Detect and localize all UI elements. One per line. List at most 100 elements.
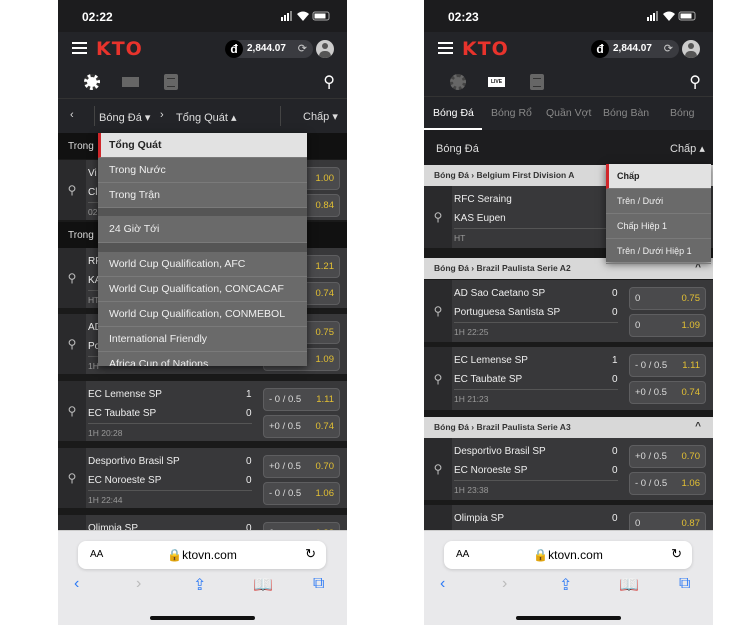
match-card[interactable]: ⚲ Desportivo Brasil SP 0 EC Noroeste SP 0 1H … (58, 448, 347, 508)
market-select-label: Chấp (303, 111, 330, 123)
odds-button[interactable]: 0 1.09 (629, 314, 706, 337)
pin-icon[interactable]: ⚲ (58, 381, 86, 441)
match-card[interactable]: ⚲ Desportivo Brasil SP 0 EC Noroeste SP 0 1H … (424, 438, 713, 500)
search-icon[interactable]: ⚲ (323, 72, 335, 92)
breadcrumb-chevron-icon: › (160, 109, 164, 121)
dropdown-item[interactable]: Tổng Quát (98, 133, 307, 158)
odds-button[interactable]: - 0 / 0.5 1.11 (263, 388, 340, 411)
tab-bong-ro[interactable]: Bóng Rổ (491, 107, 532, 119)
address-bar[interactable]: AA 🔒ktovn.com ↻ (78, 541, 326, 569)
share-icon[interactable]: ⇪ (193, 575, 206, 595)
market-select[interactable]: Chấp ▾ (303, 110, 338, 123)
live-icon[interactable] (122, 77, 139, 87)
pin-icon[interactable]: ⚲ (424, 280, 452, 342)
pin-icon[interactable]: ⚲ (58, 448, 86, 508)
dropdown-item[interactable]: International Friendly (98, 327, 307, 352)
share-icon[interactable]: ⇪ (559, 575, 572, 595)
bookmarks-icon[interactable]: 📖 (253, 575, 273, 595)
tab-bong-ban[interactable]: Bóng Bàn (603, 107, 649, 119)
soccer-ball-icon[interactable] (450, 74, 466, 90)
league-header[interactable]: Bóng Đá › Brazil Paulista Serie A3 ^ (424, 417, 713, 438)
soccer-ball-icon[interactable] (84, 74, 100, 90)
team-away-name: KAS Eupen (454, 213, 506, 224)
dropdown-item[interactable]: Trên / Dưới (606, 189, 711, 214)
status-bar: 02:22 (58, 0, 347, 32)
breadcrumb-sport[interactable]: Bóng Đá ▾ (99, 111, 150, 124)
odds-button[interactable]: - 0 / 0.5 1.06 (629, 472, 706, 495)
match-card[interactable]: ⚲ EC Lemense SP 1 EC Taubate SP 0 1H 20:28 - 0… (58, 381, 347, 441)
dropdown-item[interactable]: Trên / Dưới Hiệp 1 (606, 239, 711, 264)
team-away-score: 0 (612, 465, 618, 476)
team-away-score: 0 (612, 307, 618, 318)
team-home-name: EC Lemense SP (88, 389, 162, 400)
handicap-value: - 0 / 0.5 (269, 488, 302, 499)
hamburger-menu-icon[interactable] (438, 42, 453, 54)
match-time: 1H 22:44 (88, 495, 123, 505)
odds-button[interactable]: 0 0.75 (629, 287, 706, 310)
odds-button[interactable]: +0 / 0.5 0.74 (263, 415, 340, 438)
odds-button[interactable]: +0 / 0.5 0.74 (629, 381, 706, 404)
refresh-balance-icon[interactable]: ⟳ (664, 42, 673, 55)
dropdown-separator (98, 208, 307, 216)
pin-icon[interactable]: ⚲ (58, 314, 86, 374)
reload-icon[interactable]: ↻ (305, 546, 316, 562)
pin-icon[interactable]: ⚲ (424, 186, 452, 248)
phone-screenshot-right: 02:23 KTO đ 2,844.07 ⟳ LIVE ⚲ Bóng Đá Bó… (424, 0, 713, 625)
dropdown-item[interactable]: 24 Giờ Tới (98, 216, 307, 243)
forward-icon[interactable]: › (136, 575, 141, 593)
reload-icon[interactable]: ↻ (671, 546, 682, 562)
market-select[interactable]: Chấp ▴ (670, 142, 705, 155)
pin-icon[interactable]: ⚲ (424, 438, 452, 500)
kto-logo[interactable]: KTO (96, 38, 143, 60)
odds-button[interactable]: +0 / 0.5 0.70 (263, 455, 340, 478)
search-icon[interactable]: ⚲ (689, 72, 701, 92)
dropdown-item[interactable]: Chấp Hiệp 1 (606, 214, 711, 239)
list-icon[interactable] (164, 74, 178, 90)
hamburger-menu-icon[interactable] (72, 42, 87, 54)
address-bar[interactable]: AA 🔒ktovn.com ↻ (444, 541, 692, 569)
safari-bottom-bar: AA 🔒ktovn.com ↻ ‹ › ⇪ 📖 ⧉ (58, 530, 347, 625)
breadcrumb-category[interactable]: Tổng Quát ▴ (176, 111, 237, 124)
tab-bong[interactable]: Bóng (670, 107, 695, 119)
dropdown-item[interactable]: World Cup Qualification, CONMEBOL (98, 302, 307, 327)
collapse-caret-icon[interactable]: ^ (695, 421, 701, 432)
match-card[interactable]: ⚲ EC Lemense SP 1 EC Taubate SP 0 1H 21:23 - 0… (424, 347, 713, 410)
dropdown-item[interactable]: Trong Trận (98, 183, 307, 208)
kto-logo[interactable]: KTO (462, 38, 509, 60)
signal-wifi-battery-icon (281, 11, 330, 21)
bookmarks-icon[interactable]: 📖 (619, 575, 639, 595)
pin-icon[interactable]: ⚲ (58, 160, 86, 220)
match-card[interactable]: ⚲ AD Sao Caetano SP 0 Portuguesa Santista S… (424, 280, 713, 342)
breadcrumb: ‹ Bóng Đá ▾ › Tổng Quát ▴ Chấp ▾ (58, 99, 347, 133)
forward-icon[interactable]: › (502, 575, 507, 593)
refresh-balance-icon[interactable]: ⟳ (298, 42, 307, 55)
dropdown-item[interactable]: Chấp (606, 164, 711, 189)
pin-icon[interactable]: ⚲ (424, 347, 452, 410)
divider (280, 106, 281, 126)
divider (94, 106, 95, 126)
handicap-value: +0 / 0.5 (269, 421, 301, 432)
odds-price: 1.11 (682, 360, 700, 371)
back-icon[interactable]: ‹ (74, 575, 79, 593)
dropdown-item[interactable]: Africa Cup of Nations (98, 352, 307, 366)
dropdown-item[interactable]: Trong Nước (98, 158, 307, 183)
odds-button[interactable]: - 0 / 0.5 1.11 (629, 354, 706, 377)
back-chevron-icon[interactable]: ‹ (70, 109, 74, 121)
pin-icon[interactable]: ⚲ (58, 248, 86, 308)
tabs-icon[interactable]: ⧉ (679, 575, 690, 593)
tab-bong-da[interactable]: Bóng Đá (433, 107, 474, 119)
dropdown-item[interactable]: World Cup Qualification, AFC (98, 252, 307, 277)
app-header: KTO đ 2,844.07 ⟳ (58, 32, 347, 66)
tab-quan-vot[interactable]: Quần Vợt (546, 107, 591, 119)
tabs-icon[interactable]: ⧉ (313, 575, 324, 593)
odds-button[interactable]: - 0 / 0.5 1.06 (263, 482, 340, 505)
list-icon[interactable] (530, 74, 544, 90)
odds-button[interactable]: +0 / 0.5 0.70 (629, 445, 706, 468)
dropdown-item[interactable]: World Cup Qualification, CONCACAF (98, 277, 307, 302)
live-icon[interactable]: LIVE (488, 77, 505, 87)
user-avatar-icon[interactable] (316, 40, 334, 58)
back-icon[interactable]: ‹ (440, 575, 445, 593)
team-home-score: 0 (246, 456, 252, 467)
sub-header-sport: Bóng Đá (436, 143, 479, 155)
user-avatar-icon[interactable] (682, 40, 700, 58)
